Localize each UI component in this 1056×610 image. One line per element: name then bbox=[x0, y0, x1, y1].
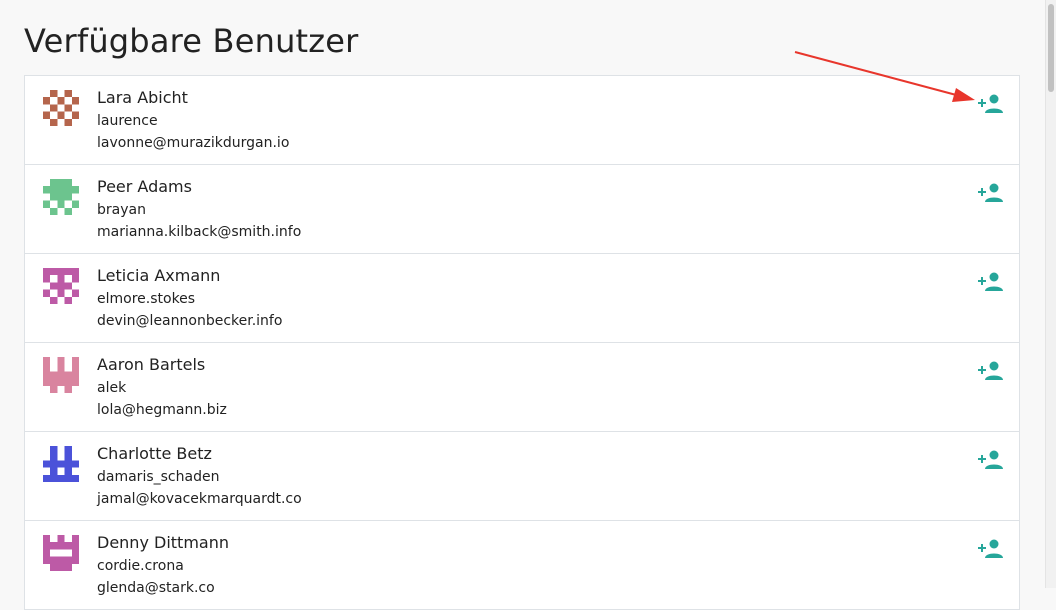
user-name: Lara Abicht bbox=[97, 88, 188, 107]
person-add-icon bbox=[978, 183, 1003, 202]
person-add-icon bbox=[978, 361, 1003, 380]
user-email: lavonne@murazikdurgan.io bbox=[97, 135, 290, 151]
user-email: marianna.kilback@smith.info bbox=[97, 224, 302, 240]
scrollbar[interactable] bbox=[1045, 0, 1056, 588]
add-user-button[interactable] bbox=[977, 270, 1005, 294]
user-login: damaris_schaden bbox=[97, 469, 220, 485]
person-add-icon bbox=[978, 539, 1003, 558]
avatar bbox=[43, 179, 79, 215]
user-row: Denny Dittmann cordie.crona glenda@stark… bbox=[25, 521, 1019, 610]
add-user-button[interactable] bbox=[977, 537, 1005, 561]
avatar bbox=[43, 535, 79, 571]
avatar bbox=[43, 446, 79, 482]
user-name: Leticia Axmann bbox=[97, 266, 221, 285]
user-row: Charlotte Betz damaris_schaden jamal@kov… bbox=[25, 432, 1019, 521]
user-row: Leticia Axmann elmore.stokes devin@leann… bbox=[25, 254, 1019, 343]
user-login: cordie.crona bbox=[97, 558, 184, 574]
user-name: Denny Dittmann bbox=[97, 533, 229, 552]
user-email: devin@leannonbecker.info bbox=[97, 313, 283, 329]
user-login: elmore.stokes bbox=[97, 291, 196, 307]
add-user-button[interactable] bbox=[977, 359, 1005, 383]
avatar bbox=[43, 268, 79, 304]
user-email: glenda@stark.co bbox=[97, 580, 215, 596]
user-login: alek bbox=[97, 380, 127, 396]
user-row: Peer Adams brayan marianna.kilback@smith… bbox=[25, 165, 1019, 254]
person-add-icon bbox=[978, 94, 1003, 113]
scrollbar-thumb[interactable] bbox=[1048, 4, 1054, 92]
add-user-button[interactable] bbox=[977, 92, 1005, 116]
page-title: Verfügbare Benutzer bbox=[24, 22, 359, 60]
avatar bbox=[43, 357, 79, 393]
user-row: Aaron Bartels alek lola@hegmann.biz bbox=[25, 343, 1019, 432]
user-email: jamal@kovacekmarquardt.co bbox=[97, 491, 302, 507]
person-add-icon bbox=[978, 272, 1003, 291]
user-list: Lara Abicht laurence lavonne@murazikdurg… bbox=[24, 75, 1020, 610]
user-name: Peer Adams bbox=[97, 177, 192, 196]
avatar bbox=[43, 90, 79, 126]
user-login: laurence bbox=[97, 113, 158, 129]
user-email: lola@hegmann.biz bbox=[97, 402, 227, 418]
add-user-button[interactable] bbox=[977, 448, 1005, 472]
user-login: brayan bbox=[97, 202, 146, 218]
user-name: Aaron Bartels bbox=[97, 355, 206, 374]
person-add-icon bbox=[978, 450, 1003, 469]
add-user-button[interactable] bbox=[977, 181, 1005, 205]
user-row: Lara Abicht laurence lavonne@murazikdurg… bbox=[25, 76, 1019, 165]
user-name: Charlotte Betz bbox=[97, 444, 212, 463]
